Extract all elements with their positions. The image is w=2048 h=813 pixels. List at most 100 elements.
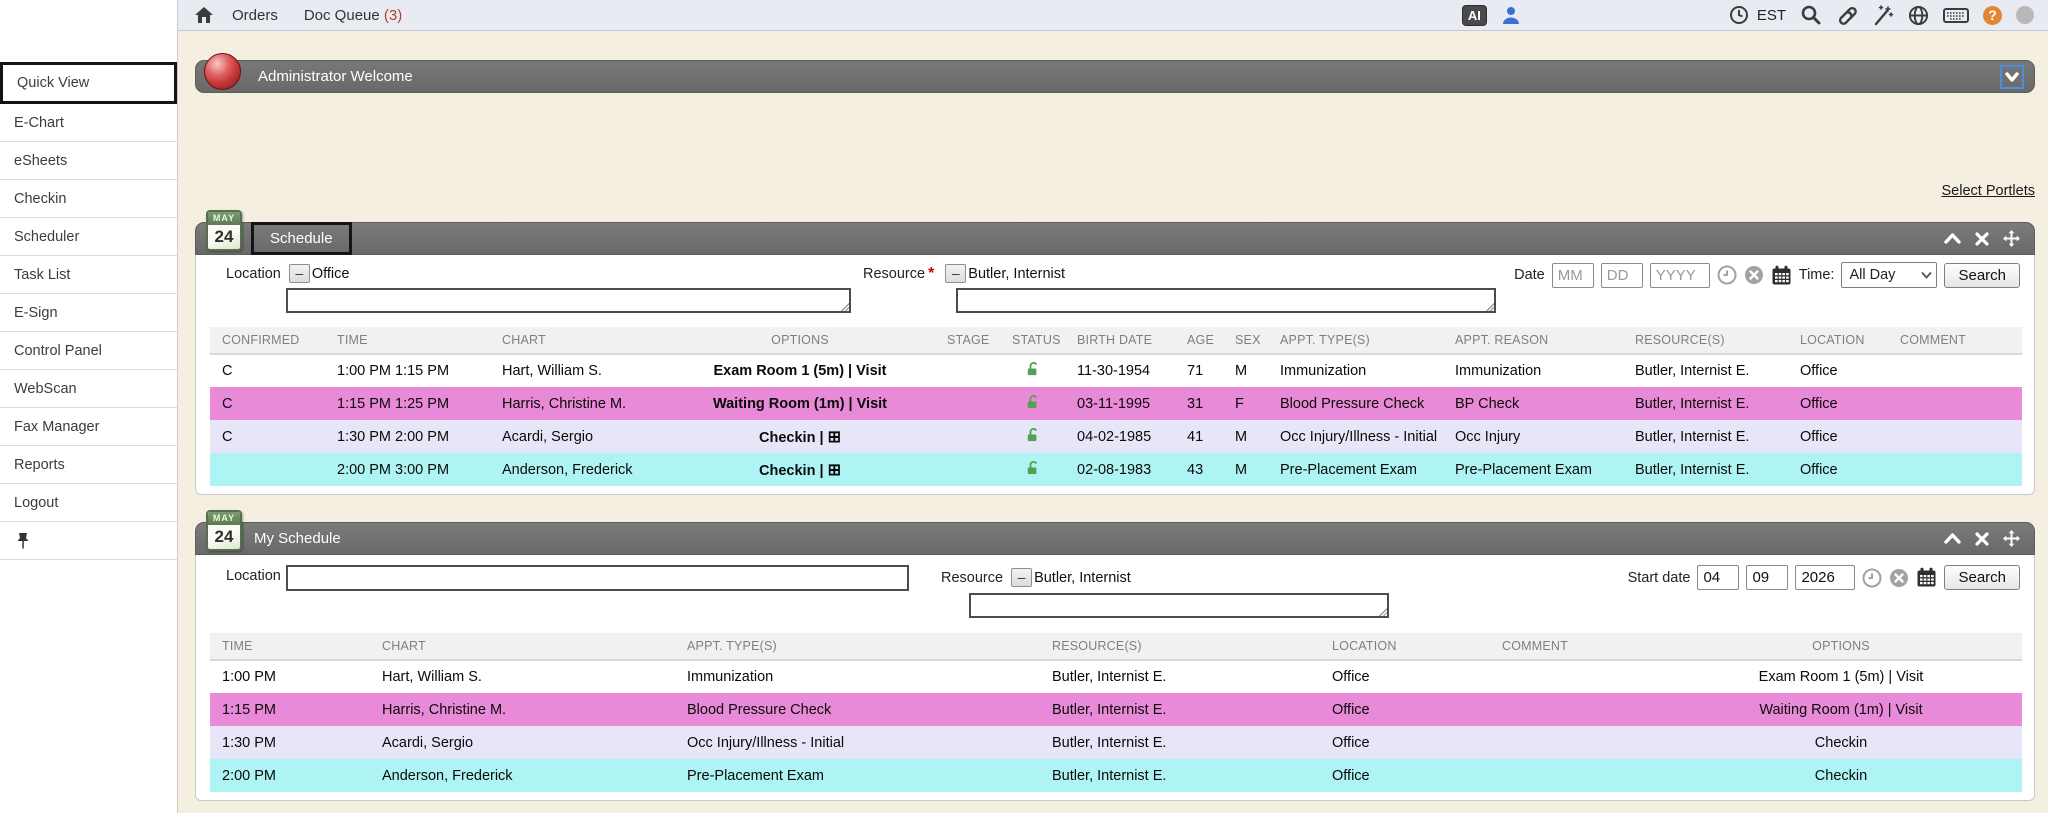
schedule-search-button[interactable]: Search bbox=[1944, 263, 2020, 288]
plus-box-icon[interactable]: ⊞ bbox=[828, 429, 841, 446]
sidebar-item-reports[interactable]: Reports bbox=[0, 446, 177, 484]
plus-box-icon[interactable]: ⊞ bbox=[828, 462, 841, 479]
user-icon[interactable] bbox=[1501, 5, 1521, 25]
wand-icon[interactable] bbox=[1872, 4, 1894, 26]
resource-remove-button[interactable]: – bbox=[1011, 568, 1032, 587]
cell-time: 1:00 PM bbox=[210, 660, 370, 693]
cell-comment bbox=[1490, 660, 1660, 693]
time-select[interactable]: All Day bbox=[1841, 262, 1937, 288]
cell-chart[interactable]: Anderson, Frederick bbox=[490, 453, 665, 486]
chevron-down-icon bbox=[1921, 271, 1932, 279]
date-day-input[interactable] bbox=[1601, 263, 1643, 288]
table-row[interactable]: C 1:15 PM 1:25 PM Harris, Christine M. W… bbox=[210, 387, 2022, 420]
location-input[interactable] bbox=[286, 565, 909, 591]
start-date-day-input[interactable] bbox=[1746, 565, 1788, 590]
start-date-year-input[interactable] bbox=[1795, 565, 1855, 590]
calendar-picker-icon[interactable] bbox=[1771, 265, 1792, 286]
unlocked-icon[interactable] bbox=[1025, 460, 1041, 476]
ai-badge[interactable]: AI bbox=[1462, 5, 1487, 26]
cell-chart[interactable]: Hart, William S. bbox=[490, 354, 665, 387]
sidebar-item-checkin[interactable]: Checkin bbox=[0, 180, 177, 218]
search-icon[interactable] bbox=[1800, 4, 1822, 26]
table-row[interactable]: C 1:30 PM 2:00 PM Acardi, Sergio Checkin… bbox=[210, 420, 2022, 453]
cell-age: 41 bbox=[1175, 420, 1223, 453]
cell-status bbox=[1000, 420, 1065, 453]
globe-icon[interactable] bbox=[1908, 5, 1929, 26]
cell-chart[interactable]: Acardi, Sergio bbox=[370, 726, 675, 759]
cell-chart[interactable]: Harris, Christine M. bbox=[370, 693, 675, 726]
resource-remove-button[interactable]: – bbox=[945, 264, 966, 283]
nav-doc-queue[interactable]: Doc Queue (3) bbox=[304, 7, 402, 24]
home-icon[interactable] bbox=[194, 5, 214, 25]
time-picker-icon[interactable] bbox=[1717, 265, 1737, 285]
sidebar-pin-button[interactable] bbox=[0, 522, 177, 560]
collapse-portlet-icon[interactable] bbox=[1944, 530, 1961, 547]
help-icon[interactable]: ? bbox=[1983, 6, 2002, 25]
select-portlets-link[interactable]: Select Portlets bbox=[1942, 183, 2036, 199]
sidebar-item-e-sign[interactable]: E-Sign bbox=[0, 294, 177, 332]
clear-date-icon[interactable] bbox=[1744, 265, 1764, 285]
cell-comment bbox=[1490, 726, 1660, 759]
calendar-picker-icon[interactable] bbox=[1916, 567, 1937, 588]
unlocked-icon[interactable] bbox=[1025, 361, 1041, 377]
cell-comment bbox=[1888, 387, 2022, 420]
cell-options: Checkin | ⊞ bbox=[665, 453, 935, 486]
keyboard-icon[interactable] bbox=[1943, 5, 1969, 25]
sidebar-item-e-chart[interactable]: E-Chart bbox=[0, 104, 177, 142]
start-date-month-input[interactable] bbox=[1697, 565, 1739, 590]
sidebar-item-scheduler[interactable]: Scheduler bbox=[0, 218, 177, 256]
cell-options: Waiting Room (1m) | Visit bbox=[1660, 693, 2022, 726]
nav-orders[interactable]: Orders bbox=[232, 7, 278, 24]
move-portlet-icon[interactable] bbox=[2003, 230, 2020, 247]
sidebar-item-esheets[interactable]: eSheets bbox=[0, 142, 177, 180]
table-row[interactable]: 1:30 PM Acardi, Sergio Occ Injury/Illnes… bbox=[210, 726, 2022, 759]
cell-location: Office bbox=[1320, 759, 1490, 792]
table-row[interactable]: 2:00 PM Anderson, Frederick Pre-Placemen… bbox=[210, 759, 2022, 792]
resource-input[interactable] bbox=[969, 593, 1389, 618]
clear-date-icon[interactable] bbox=[1889, 568, 1909, 588]
cell-age: 31 bbox=[1175, 387, 1223, 420]
cell-resources: Butler, Internist E. bbox=[1623, 420, 1788, 453]
date-year-input[interactable] bbox=[1650, 263, 1710, 288]
cell-resources: Butler, Internist E. bbox=[1623, 354, 1788, 387]
start-date-label: Start date bbox=[1628, 570, 1691, 586]
schedule-search-area: Location – Office Resource * – Butler, I… bbox=[196, 255, 2034, 327]
cell-chart[interactable]: Hart, William S. bbox=[370, 660, 675, 693]
cell-chart[interactable]: Harris, Christine M. bbox=[490, 387, 665, 420]
sidebar-item-fax-manager[interactable]: Fax Manager bbox=[0, 408, 177, 446]
link-icon[interactable] bbox=[1836, 4, 1858, 26]
table-row[interactable]: 1:00 PM Hart, William S. Immunization Bu… bbox=[210, 660, 2022, 693]
table-row[interactable]: 2:00 PM 3:00 PM Anderson, Frederick Chec… bbox=[210, 453, 2022, 486]
location-input[interactable] bbox=[286, 288, 851, 313]
my-schedule-search-button[interactable]: Search bbox=[1944, 565, 2020, 590]
select-portlets-wrap: Select Portlets bbox=[195, 183, 2035, 199]
sidebar-item-control-panel[interactable]: Control Panel bbox=[0, 332, 177, 370]
table-row[interactable]: 1:15 PM Harris, Christine M. Blood Press… bbox=[210, 693, 2022, 726]
sidebar-item-quick-view[interactable]: Quick View bbox=[0, 62, 177, 104]
clock-icon[interactable] bbox=[1729, 5, 1749, 25]
move-portlet-icon[interactable] bbox=[2003, 530, 2020, 547]
collapse-portlet-icon[interactable] bbox=[1944, 230, 1961, 247]
cell-options: Checkin | ⊞ bbox=[665, 420, 935, 453]
sidebar-item-webscan[interactable]: WebScan bbox=[0, 370, 177, 408]
cell-comment bbox=[1888, 420, 2022, 453]
close-portlet-icon[interactable] bbox=[1975, 530, 1989, 547]
welcome-banner: Administrator Welcome bbox=[195, 60, 2035, 93]
cell-appt-types: Blood Pressure Check bbox=[675, 693, 1040, 726]
status-indicator-icon[interactable] bbox=[2016, 6, 2034, 24]
time-picker-icon[interactable] bbox=[1862, 568, 1882, 588]
banner-collapse-button[interactable] bbox=[2000, 65, 2024, 89]
table-row[interactable]: C 1:00 PM 1:15 PM Hart, William S. Exam … bbox=[210, 354, 2022, 387]
cell-chart[interactable]: Anderson, Frederick bbox=[370, 759, 675, 792]
cell-chart[interactable]: Acardi, Sergio bbox=[490, 420, 665, 453]
unlocked-icon[interactable] bbox=[1025, 427, 1041, 443]
sidebar-item-logout[interactable]: Logout bbox=[0, 484, 177, 522]
sidebar-item-task-list[interactable]: Task List bbox=[0, 256, 177, 294]
cell-location: Office bbox=[1788, 354, 1888, 387]
close-portlet-icon[interactable] bbox=[1975, 230, 1989, 247]
unlocked-icon[interactable] bbox=[1025, 394, 1041, 410]
date-month-input[interactable] bbox=[1552, 263, 1594, 288]
location-remove-button[interactable]: – bbox=[289, 264, 310, 283]
resource-input[interactable] bbox=[956, 288, 1496, 313]
cell-location: Office bbox=[1788, 420, 1888, 453]
